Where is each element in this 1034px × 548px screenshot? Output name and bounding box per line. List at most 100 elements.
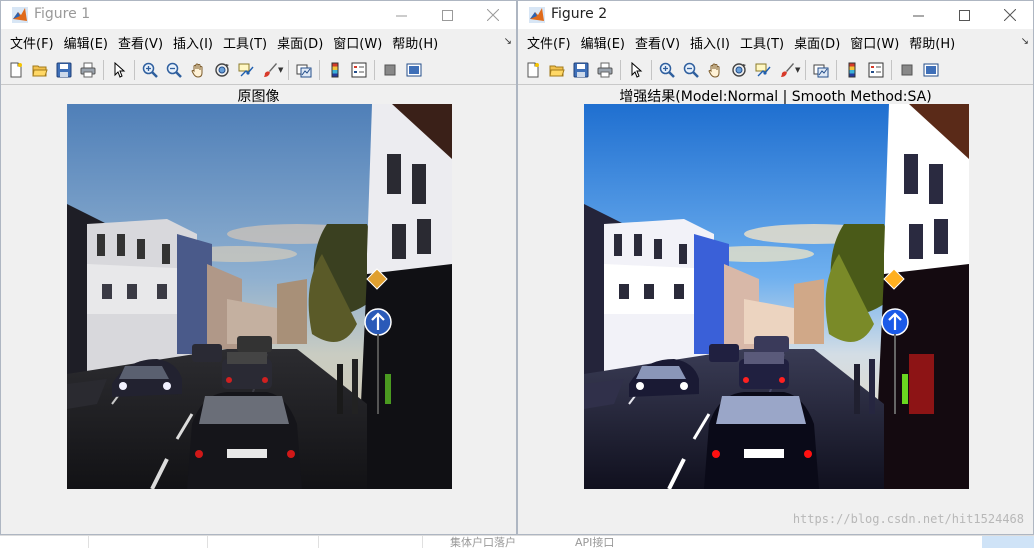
pan-button[interactable] [186, 58, 210, 82]
zoom-out-button[interactable] [679, 58, 703, 82]
show-plot-tools-button[interactable] [919, 58, 943, 82]
task-tab-1[interactable] [0, 536, 89, 548]
menu-help[interactable]: 帮助(H) [904, 33, 960, 52]
figure2-canvas[interactable]: 增强结果(Model:Normal | Smooth Method:SA) [518, 85, 1033, 534]
open-file-icon [549, 65, 565, 76]
menu-window[interactable]: 窗口(W) [328, 33, 387, 52]
toolbar-separator [620, 59, 621, 80]
legend-button[interactable] [347, 58, 371, 82]
toolbar-separator [319, 59, 321, 80]
print-icon [80, 62, 96, 77]
print-button[interactable] [76, 58, 100, 82]
close-button[interactable] [470, 1, 516, 29]
rotate-3d-icon [215, 62, 229, 77]
zoom-in-button[interactable] [138, 58, 162, 82]
window-title: Figure 2 [551, 6, 608, 22]
menu-help[interactable]: 帮助(H) [387, 33, 443, 52]
menu-view[interactable]: 查看(V) [630, 33, 685, 52]
maximize-button[interactable] [941, 1, 987, 29]
save-icon [56, 62, 72, 77]
data-cursor-icon [238, 63, 254, 76]
rotate-3d-button[interactable] [210, 58, 234, 82]
minimize-button[interactable] [895, 1, 941, 29]
pan-hand-icon [708, 63, 720, 78]
zoom-out-button[interactable] [162, 58, 186, 82]
car-middle [222, 352, 272, 389]
menu-tools[interactable]: 工具(T) [218, 33, 272, 52]
task-tab-4[interactable] [322, 536, 423, 548]
task-tab-2[interactable] [92, 536, 208, 548]
hide-plot-tools-button[interactable] [895, 58, 919, 82]
rotate-3d-button[interactable] [727, 58, 751, 82]
rotate-3d-icon [732, 62, 746, 77]
link-plot-button[interactable] [292, 58, 316, 82]
menu-edit[interactable]: 编辑(E) [576, 33, 630, 52]
maximize-icon [441, 9, 453, 21]
data-cursor-button[interactable] [234, 58, 258, 82]
hide-plot-tools-button[interactable] [378, 58, 402, 82]
menu-insert[interactable]: 插入(I) [685, 33, 735, 52]
car-front [187, 392, 302, 489]
figure2-titlebar[interactable]: Figure 2 [518, 1, 1033, 29]
task-tab-5[interactable]: 集体户口落户 [450, 536, 516, 548]
figure2-menubar: 文件(F) 编辑(E) 查看(V) 插入(I) 工具(T) 桌面(D) 窗口(W… [518, 29, 1033, 55]
menu-file[interactable]: 文件(F) [5, 33, 59, 52]
select-button[interactable] [624, 58, 648, 82]
minimize-icon [395, 15, 407, 16]
axes-title: 增强结果(Model:Normal | Smooth Method:SA) [619, 89, 932, 105]
matlab-logo-icon [12, 7, 28, 23]
zoom-in-icon [659, 62, 675, 78]
enhanced-image[interactable] [584, 104, 969, 489]
menu-desktop[interactable]: 桌面(D) [272, 33, 328, 52]
legend-button[interactable] [864, 58, 888, 82]
task-tab-6[interactable]: API接口 [575, 536, 614, 548]
menu-edit[interactable]: 编辑(E) [59, 33, 113, 52]
dock-arrow-icon[interactable]: ↘ [1021, 36, 1029, 47]
colorbar-button[interactable] [840, 58, 864, 82]
menu-insert[interactable]: 插入(I) [168, 33, 218, 52]
dock-arrow-icon[interactable]: ↘ [504, 36, 512, 47]
open-file-button[interactable] [545, 58, 569, 82]
save-button[interactable] [569, 58, 593, 82]
menu-tools[interactable]: 工具(T) [735, 33, 789, 52]
save-icon [573, 62, 589, 77]
figure1-canvas[interactable]: 原图像 [1, 85, 516, 534]
brush-dropdown-icon[interactable]: ▼ [795, 66, 800, 74]
minimize-icon [912, 15, 924, 16]
new-figure-button[interactable] [521, 58, 545, 82]
brush-icon [264, 62, 277, 77]
hide-plot-tools-icon [901, 64, 913, 75]
original-image[interactable] [67, 104, 452, 489]
pan-button[interactable] [703, 58, 727, 82]
minimize-button[interactable] [378, 1, 424, 29]
select-button[interactable] [107, 58, 131, 82]
task-tab-3[interactable] [210, 536, 319, 548]
print-button[interactable] [593, 58, 617, 82]
toolbar-separator [288, 59, 290, 80]
close-button[interactable] [987, 1, 1033, 29]
menu-view[interactable]: 查看(V) [113, 33, 168, 52]
show-plot-tools-button[interactable] [402, 58, 426, 82]
menu-window[interactable]: 窗口(W) [845, 33, 904, 52]
new-figure-button[interactable] [4, 58, 28, 82]
figure1-titlebar[interactable]: Figure 1 [1, 1, 516, 29]
link-plot-icon [296, 64, 312, 77]
background-taskbar: 集体户口落户 API接口 [0, 535, 1034, 548]
zoom-in-button[interactable] [655, 58, 679, 82]
menu-desktop[interactable]: 桌面(D) [789, 33, 845, 52]
brush-dropdown-icon[interactable]: ▼ [278, 66, 283, 74]
link-plot-icon [813, 64, 829, 77]
data-cursor-button[interactable] [751, 58, 775, 82]
link-plot-button[interactable] [809, 58, 833, 82]
colorbar-button[interactable] [323, 58, 347, 82]
car-front [704, 392, 819, 489]
save-button[interactable] [52, 58, 76, 82]
figure1-window: Figure 1 文件(F) 编辑(E) 查看(V) 插入(I) 工具(T) 桌… [0, 0, 517, 535]
open-file-button[interactable] [28, 58, 52, 82]
toolbar-separator [805, 59, 807, 80]
street-photo [67, 104, 452, 489]
data-cursor-icon [755, 63, 771, 76]
maximize-button[interactable] [424, 1, 470, 29]
menu-file[interactable]: 文件(F) [522, 33, 576, 52]
toolbar-separator [651, 59, 652, 80]
